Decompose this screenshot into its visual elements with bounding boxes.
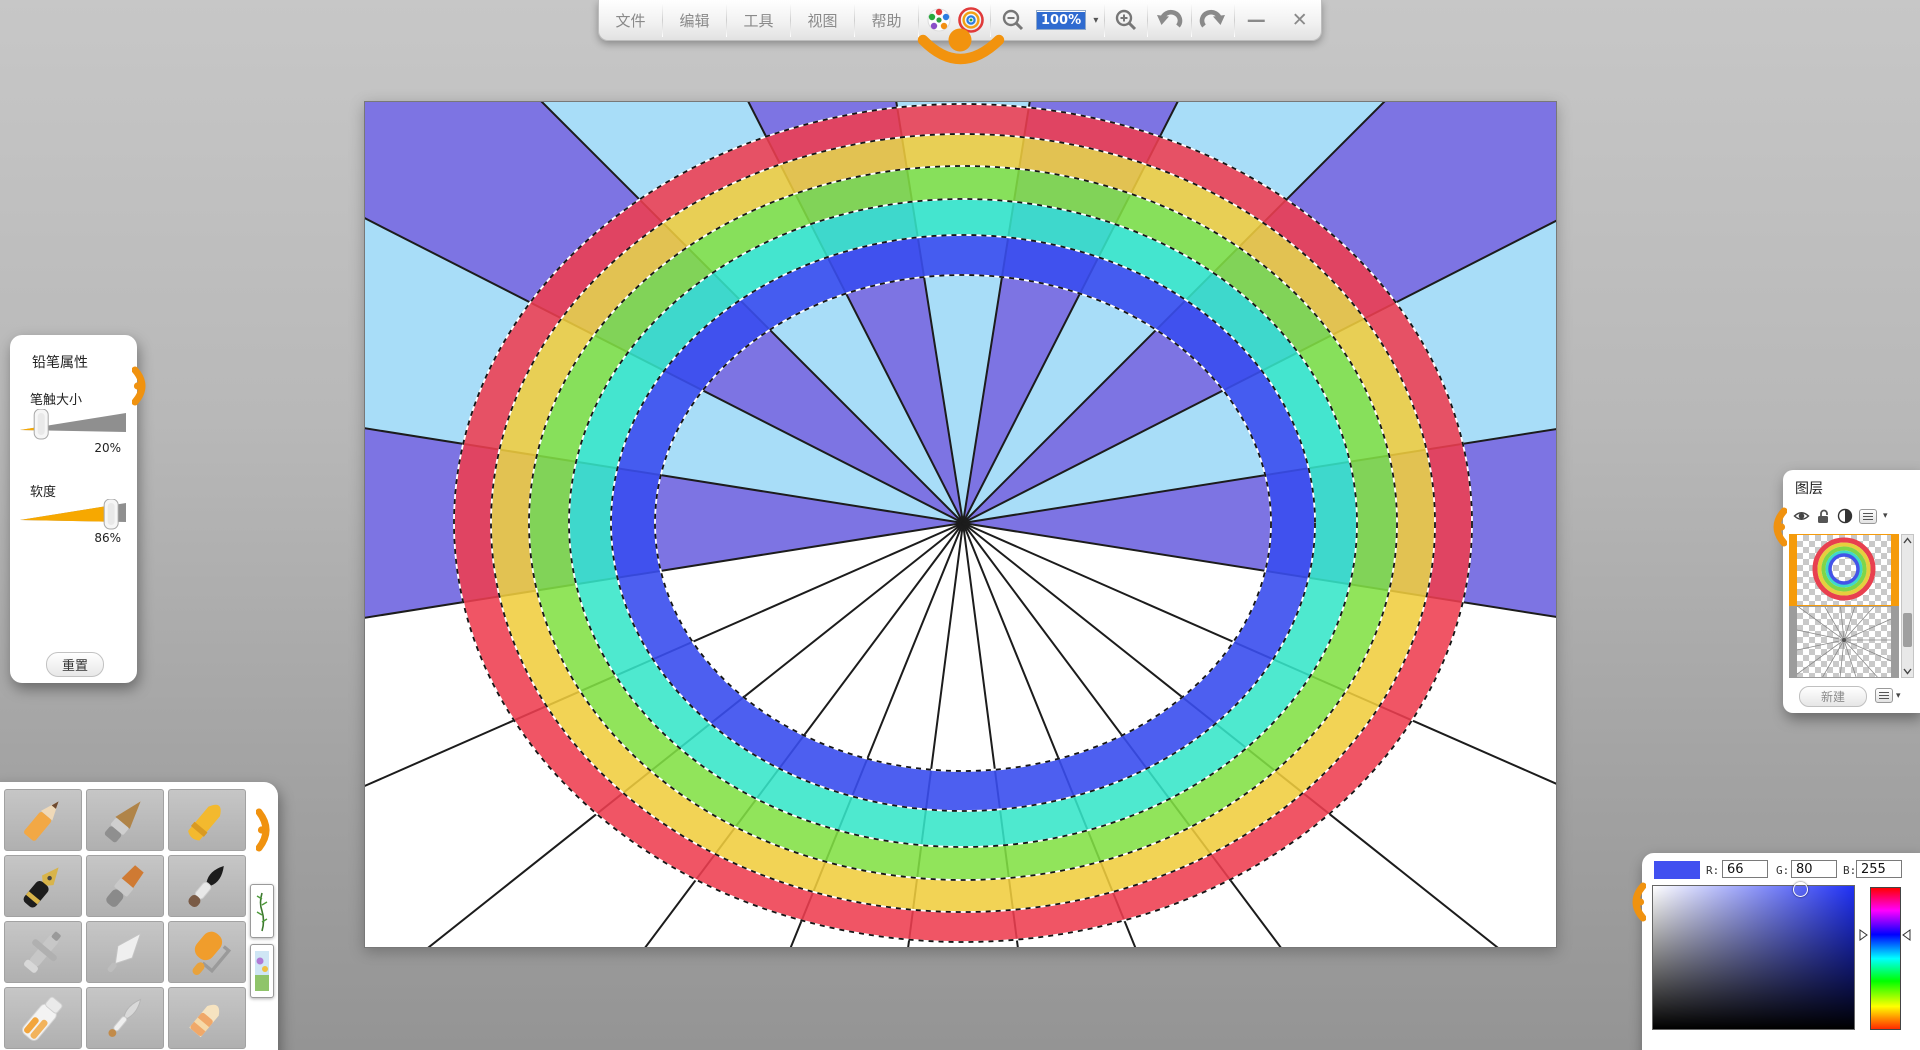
tool-grid	[4, 789, 246, 1049]
redo-button[interactable]	[1192, 0, 1235, 40]
hue-marker-right-icon[interactable]	[1902, 929, 1911, 941]
flat-brush-icon	[97, 858, 153, 914]
menu-item-4[interactable]: 帮助	[855, 0, 918, 40]
menu-item-1[interactable]: 编辑	[663, 0, 726, 40]
layers-scrollbar[interactable]	[1901, 534, 1914, 678]
blue-input[interactable]: 255	[1856, 860, 1902, 878]
canvas-area[interactable]	[364, 101, 1557, 948]
ink-brush-icon	[179, 858, 235, 914]
pencil-properties-panel: 铅笔属性 笔触大小 20% 软度 86% 重置	[10, 335, 137, 683]
tool-paint-roller-button[interactable]	[168, 921, 246, 983]
zoom-out-button[interactable]	[991, 0, 1034, 40]
green-label: G:	[1776, 864, 1789, 877]
menu-item-2[interactable]: 工具	[727, 0, 790, 40]
layer-row-radial-fan-layer[interactable]	[1789, 606, 1899, 678]
clown-eye-right-icon[interactable]	[957, 5, 985, 35]
app-root: 文件编辑工具视图帮助	[0, 0, 1920, 1050]
layers-panel-title: 图层	[1795, 478, 1823, 498]
scene-stamp-button[interactable]	[250, 944, 274, 998]
sv-cursor-icon[interactable]	[1793, 882, 1808, 897]
layer-options-button[interactable]	[1875, 688, 1893, 703]
paint-roller-icon	[179, 924, 235, 980]
hue-marker-left-icon[interactable]	[1859, 929, 1868, 941]
layer-options-dropdown-icon[interactable]: ▾	[1896, 691, 1901, 701]
tool-crayon-button[interactable]	[168, 789, 246, 851]
menu-item-3[interactable]: 视图	[791, 0, 854, 40]
zoom-dropdown-arrow[interactable]: ▾	[1088, 0, 1103, 40]
pencil-panel-title: 铅笔属性	[32, 352, 88, 372]
close-button[interactable]: ✕	[1278, 0, 1321, 40]
tool-palette-knife-button[interactable]	[86, 921, 164, 983]
scrollbar-thumb[interactable]	[1903, 613, 1912, 647]
main-toolbar: 文件编辑工具视图帮助	[598, 0, 1322, 41]
layers-panel-handle[interactable]	[1769, 506, 1787, 548]
layer-row-rainbow-ring-layer[interactable]	[1789, 534, 1899, 606]
fine-brush-icon	[97, 990, 153, 1046]
tool-eraser-button[interactable]	[168, 987, 246, 1049]
layer-lock-icon[interactable]	[1816, 508, 1831, 524]
tools-panel	[0, 782, 278, 1050]
paint-bottle-icon	[15, 990, 71, 1046]
undo-button[interactable]	[1148, 0, 1191, 40]
clown-eye-left-icon[interactable]	[925, 5, 953, 35]
clown-eyes-group	[919, 0, 991, 40]
eraser-icon	[179, 990, 235, 1046]
scroll-down-icon[interactable]	[1902, 665, 1913, 677]
layer-list	[1789, 534, 1899, 678]
reset-button[interactable]: 重置	[46, 652, 104, 677]
palette-knife-icon	[97, 924, 153, 980]
airbrush-icon	[15, 924, 71, 980]
red-input[interactable]: 66	[1722, 860, 1768, 878]
color-panel-handle[interactable]	[1628, 881, 1646, 923]
pencil-icon	[15, 792, 71, 848]
tool-flat-brush-button[interactable]	[86, 855, 164, 917]
brush-size-label: 笔触大小	[30, 389, 82, 408]
zoom-in-button[interactable]	[1105, 0, 1148, 40]
layers-menu-dropdown-icon[interactable]: ▾	[1883, 511, 1888, 521]
tool-wood-pen-button[interactable]	[86, 789, 164, 851]
color-picker-panel: R: 66 G: 80 B: 255	[1642, 853, 1920, 1050]
softness-slider[interactable]	[18, 499, 130, 531]
crayon-icon	[179, 792, 235, 848]
tool-airbrush-button[interactable]	[4, 921, 82, 983]
layers-panel: 图层 ▾ 新建 ▾	[1783, 470, 1920, 713]
softness-label: 软度	[30, 481, 56, 500]
tool-ink-brush-button[interactable]	[168, 855, 246, 917]
green-input[interactable]: 80	[1791, 860, 1837, 878]
tool-paint-bottle-button[interactable]	[4, 987, 82, 1049]
minimize-button[interactable]: —	[1235, 0, 1278, 40]
menu-item-0[interactable]: 文件	[599, 0, 662, 40]
layers-menu-button[interactable]	[1859, 509, 1877, 524]
scroll-up-icon[interactable]	[1902, 535, 1913, 547]
tool-pencil-button[interactable]	[4, 789, 82, 851]
layer-opacity-icon[interactable]	[1837, 508, 1853, 524]
zoom-level-value[interactable]: 100%	[1037, 12, 1085, 29]
brush-size-slider[interactable]	[18, 409, 130, 441]
tool-fountain-pen-button[interactable]	[4, 855, 82, 917]
fountain-pen-icon	[15, 858, 71, 914]
softness-value: 86%	[94, 531, 121, 545]
blue-label: B:	[1843, 864, 1856, 877]
saturation-value-picker[interactable]	[1652, 885, 1855, 1030]
layer-visibility-icon[interactable]	[1793, 509, 1810, 523]
zoom-level-field[interactable]: 100%	[1034, 0, 1088, 40]
layer-thumbnail[interactable]	[1797, 535, 1891, 605]
plant-stamp-button[interactable]	[250, 884, 274, 938]
wood-pen-icon	[97, 792, 153, 848]
new-layer-button[interactable]: 新建	[1799, 686, 1867, 707]
tools-panel-handle[interactable]	[256, 806, 274, 854]
current-color-swatch	[1654, 861, 1700, 879]
menu-group: 文件编辑工具视图帮助	[599, 0, 918, 40]
rainbow-wheel-drawing[interactable]	[365, 102, 1556, 947]
red-label: R:	[1706, 864, 1719, 877]
brush-size-value: 20%	[94, 441, 121, 455]
layer-thumbnail[interactable]	[1797, 607, 1891, 677]
tool-fine-brush-button[interactable]	[86, 987, 164, 1049]
hue-strip[interactable]	[1870, 887, 1901, 1030]
pencil-panel-handle[interactable]	[132, 365, 150, 407]
